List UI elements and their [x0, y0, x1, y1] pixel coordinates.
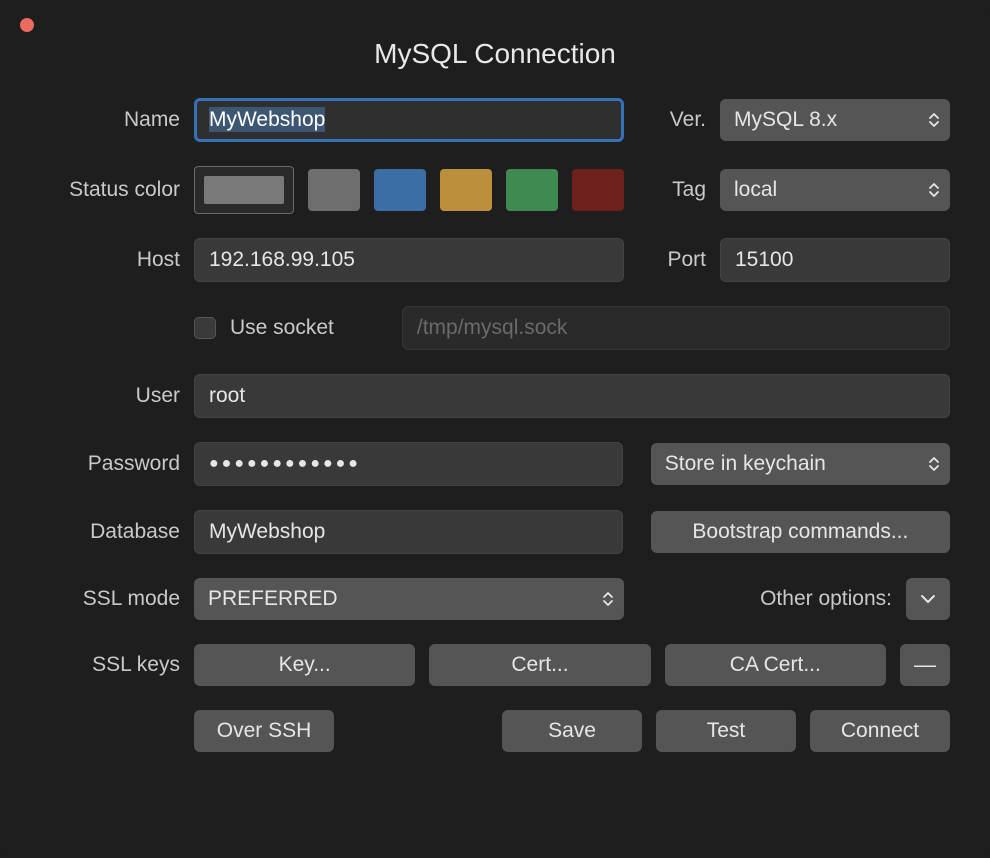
ssl-ca-cert-button[interactable]: CA Cert...: [665, 644, 886, 686]
status-color-label: Status color: [40, 178, 180, 202]
status-color-red[interactable]: [572, 169, 624, 211]
chevron-down-icon: [920, 594, 936, 604]
ssl-mode-select[interactable]: PREFERRED: [194, 578, 624, 620]
chevron-updown-icon: [928, 181, 940, 199]
use-socket-label: Use socket: [230, 316, 334, 340]
over-ssh-button[interactable]: Over SSH: [194, 710, 334, 752]
status-color-green[interactable]: [506, 169, 558, 211]
name-label: Name: [40, 108, 180, 132]
ssl-cert-button[interactable]: Cert...: [429, 644, 650, 686]
user-label: User: [40, 384, 180, 408]
version-select[interactable]: MySQL 8.x: [720, 99, 950, 141]
ssl-clear-button[interactable]: —: [900, 644, 950, 686]
dialog-title: MySQL Connection: [0, 0, 990, 98]
password-input[interactable]: ●●●●●●●●●●●●: [194, 442, 623, 486]
host-input[interactable]: 192.168.99.105: [194, 238, 624, 282]
user-input[interactable]: root: [194, 374, 950, 418]
name-input[interactable]: MyWebshop: [194, 98, 624, 142]
database-input[interactable]: MyWebshop: [194, 510, 623, 554]
database-label: Database: [40, 520, 180, 544]
chevron-updown-icon: [928, 455, 940, 473]
ssl-keys-label: SSL keys: [40, 653, 180, 677]
ssl-key-button[interactable]: Key...: [194, 644, 415, 686]
socket-path-input: /tmp/mysql.sock: [402, 306, 950, 350]
close-window-button[interactable]: [20, 18, 34, 32]
chevron-updown-icon: [928, 111, 940, 129]
status-color-blue[interactable]: [374, 169, 426, 211]
host-label: Host: [40, 248, 180, 272]
version-label: Ver.: [670, 108, 706, 132]
save-button[interactable]: Save: [502, 710, 642, 752]
tag-label: Tag: [672, 178, 706, 202]
test-button[interactable]: Test: [656, 710, 796, 752]
use-socket-checkbox[interactable]: [194, 317, 216, 339]
bootstrap-commands-button[interactable]: Bootstrap commands...: [651, 511, 950, 553]
ssl-mode-label: SSL mode: [40, 587, 180, 611]
status-color-selected[interactable]: [194, 166, 294, 214]
port-input[interactable]: 15100: [720, 238, 950, 282]
password-label: Password: [40, 452, 180, 476]
other-options-toggle[interactable]: [906, 578, 950, 620]
port-label: Port: [667, 248, 706, 272]
minus-icon: —: [914, 652, 936, 678]
status-color-gold[interactable]: [440, 169, 492, 211]
other-options-label: Other options:: [760, 587, 892, 611]
status-color-gray[interactable]: [308, 169, 360, 211]
connect-button[interactable]: Connect: [810, 710, 950, 752]
tag-select[interactable]: local: [720, 169, 950, 211]
password-store-select[interactable]: Store in keychain: [651, 443, 950, 485]
connection-dialog: MySQL Connection Name MyWebshop Ver. MyS…: [0, 0, 990, 858]
chevron-updown-icon: [602, 590, 614, 608]
